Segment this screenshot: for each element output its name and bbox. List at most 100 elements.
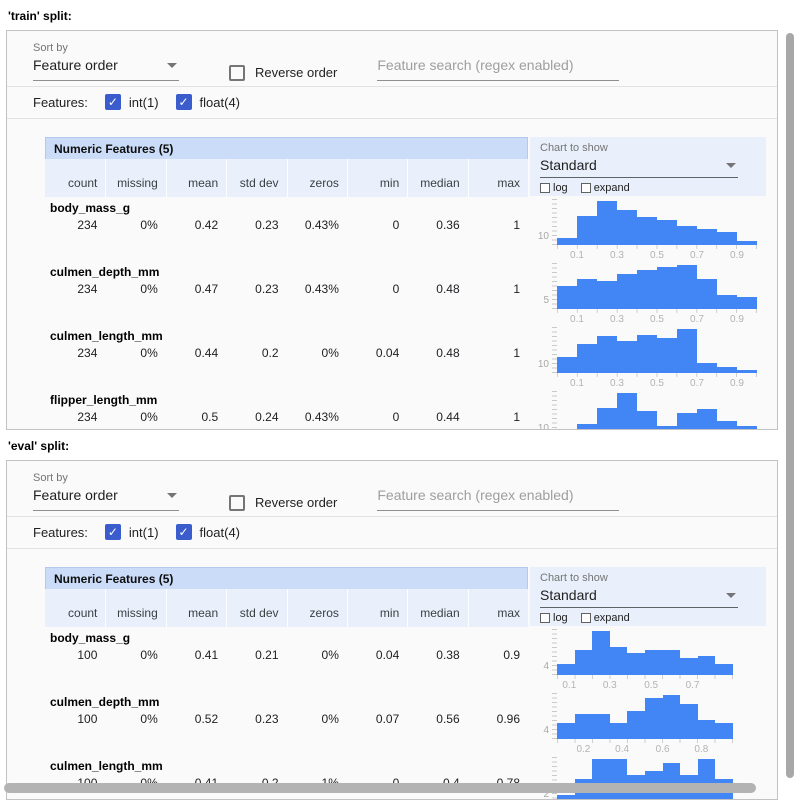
chart-option-label: expand — [594, 612, 630, 624]
filter-label: float(4) — [200, 95, 240, 110]
histogram-bar — [557, 723, 575, 739]
stats-content: Numeric Features (5) countmissingmeanstd… — [7, 119, 777, 430]
stat-value: 0.23 — [226, 282, 286, 296]
stats-content: Numeric Features (5) countmissingmeanstd… — [7, 549, 777, 800]
histogram-bar — [717, 421, 737, 430]
feature-type-filter[interactable]: ✓ float(4) — [176, 94, 240, 110]
histogram-plot: 0.10.30.50.70.9 — [557, 263, 757, 324]
feature-type-filter[interactable]: ✓ float(4) — [176, 524, 240, 540]
x-tick-label: 0.9 — [730, 378, 744, 389]
chart-option-checkbox[interactable]: log — [540, 182, 568, 194]
x-tick-label: 0.7 — [690, 314, 704, 325]
stat-value: 0% — [105, 218, 165, 232]
chart-option-checkbox[interactable]: log — [540, 612, 568, 624]
feature-search-input[interactable] — [377, 483, 619, 511]
histogram-bar — [637, 270, 657, 309]
histogram-x-labels: 0.10.30.50.7 — [557, 679, 733, 691]
histogram-bar — [677, 265, 697, 309]
histogram-y-label: 10 — [530, 327, 552, 373]
sort-by-select[interactable]: Sort by Feature order — [33, 42, 179, 86]
stat-value: 0.07 — [347, 712, 407, 726]
histogram-y-label: 5 — [530, 263, 552, 309]
train-split-label: 'train' split: — [0, 0, 796, 30]
feature-stats: 2340%0.440.20%0.040.481 — [45, 346, 528, 360]
histogram-bar — [697, 363, 717, 373]
vertical-scrollbar[interactable] — [786, 33, 794, 778]
histogram-bar — [592, 759, 610, 800]
histogram-bar — [737, 426, 757, 430]
controls-row: Sort by Feature order Reverse order — [7, 461, 777, 516]
stat-value: 0% — [105, 346, 165, 360]
table-column-headers: countmissingmeanstd devzerosminmedianmax — [45, 159, 528, 197]
feature-stats: 1000%0.410.210%0.040.380.9 — [45, 648, 528, 662]
histogram-bar — [557, 238, 577, 245]
column-header: max — [468, 159, 528, 197]
histogram-y-label: 4 — [530, 693, 552, 739]
histogram-bar — [680, 704, 698, 739]
stat-value: 0.38 — [407, 648, 467, 662]
x-tick-label: 0.5 — [650, 378, 664, 389]
histogram-bar — [715, 723, 733, 739]
reverse-order-checkbox[interactable]: Reverse order — [229, 489, 337, 516]
histogram-y-label: 2 — [530, 757, 552, 800]
checkbox-checked-icon: ✓ — [176, 94, 192, 110]
x-tick-label: 0.7 — [690, 378, 704, 389]
histogram-bar — [697, 229, 717, 245]
histogram-bars — [557, 263, 757, 309]
chart-option-label: log — [553, 612, 568, 624]
checkbox-checked-icon: ✓ — [105, 524, 121, 540]
feature-name: culmen_depth_mm — [45, 265, 528, 279]
sort-by-select[interactable]: Sort by Feature order — [33, 472, 179, 516]
chart-option-checkbox[interactable]: expand — [581, 612, 630, 624]
checkbox-unchecked-icon — [229, 65, 245, 81]
table-row: body_mass_g2340%0.420.230.43%00.361 — [45, 197, 528, 261]
histogram-plot: 0.10.30.50.70.9 — [557, 199, 757, 260]
stat-value: 1 — [468, 346, 528, 360]
chevron-down-icon — [726, 163, 736, 168]
histogram-bar — [575, 714, 593, 739]
histogram-bar — [657, 338, 677, 373]
x-tick-label: 0.1 — [562, 680, 576, 691]
stat-value: 0.24 — [226, 410, 286, 424]
histogram-bar — [627, 653, 645, 675]
chart-to-show-label: Chart to show — [540, 142, 756, 154]
histogram-bar — [657, 426, 677, 430]
feature-type-filter[interactable]: ✓int(1) — [105, 94, 159, 110]
table-row: culmen_length_mm1000%0.410.21%00.40.78 — [45, 755, 528, 800]
filter-label: float(4) — [200, 525, 240, 540]
histogram-plot: 0.20.40.6 — [557, 757, 733, 800]
sort-by-value: Feature order — [33, 57, 118, 73]
chart-type-value: Standard — [540, 587, 597, 603]
stat-value: 100 — [45, 648, 105, 662]
histogram-bars — [557, 629, 733, 675]
histogram-bar — [645, 650, 663, 675]
x-tick-label: 0.6 — [656, 744, 670, 755]
histogram-plot: 0.10.30.50.70.9 — [557, 327, 757, 388]
chevron-down-icon — [167, 493, 177, 498]
chart-type-select[interactable]: Standard — [540, 584, 738, 608]
histogram-bar — [717, 367, 737, 373]
feature-stats: 1000%0.520.230%0.070.560.96 — [45, 712, 528, 726]
histogram-y-label: 4 — [530, 629, 552, 675]
reverse-order-checkbox[interactable]: Reverse order — [229, 59, 337, 86]
checkbox-unchecked-icon — [581, 183, 591, 193]
chart-type-select[interactable]: Standard — [540, 154, 738, 178]
checkbox-checked-icon: ✓ — [176, 524, 192, 540]
feature-search-input[interactable] — [377, 53, 619, 81]
histogram-bar — [697, 409, 717, 430]
stat-value: 0.23 — [226, 218, 286, 232]
chart-option-checkbox[interactable]: expand — [581, 182, 630, 194]
horizontal-scrollbar[interactable] — [4, 783, 756, 793]
checkbox-unchecked-icon — [540, 613, 550, 623]
chevron-down-icon — [726, 593, 736, 598]
reverse-order-label: Reverse order — [255, 495, 337, 510]
column-header: std dev — [226, 159, 286, 197]
stat-value: 0% — [105, 410, 165, 424]
histogram-plot: 0.10.30.50.7 — [557, 629, 733, 690]
stat-value: 234 — [45, 410, 105, 424]
stat-value: 234 — [45, 282, 105, 296]
stat-value: 0.04 — [347, 648, 407, 662]
table-title: Numeric Features (5) — [45, 567, 528, 589]
feature-type-filter[interactable]: ✓int(1) — [105, 524, 159, 540]
reverse-order-label: Reverse order — [255, 65, 337, 80]
